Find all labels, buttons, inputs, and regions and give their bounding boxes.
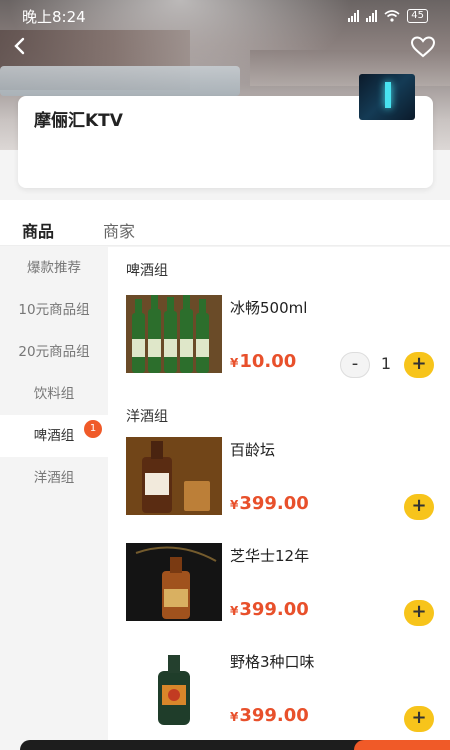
- product-item[interactable]: 芝华士12年 ¥399.00 +: [108, 543, 450, 629]
- category-label: 啤酒组: [33, 428, 75, 444]
- product-name: 野格3种口味: [230, 653, 315, 671]
- product-name: 百龄坛: [230, 441, 276, 459]
- status-icons: 45: [348, 9, 428, 23]
- jagermeister-bottle-image: [126, 649, 222, 727]
- store-name: 摩俪汇KTV: [34, 111, 123, 131]
- currency-symbol: ¥: [230, 356, 239, 370]
- category-item-liquor[interactable]: 洋酒组: [0, 457, 108, 499]
- category-item-hot[interactable]: 爆款推荐: [0, 247, 108, 289]
- group-title-beer: 啤酒组: [126, 263, 168, 279]
- product-name: 芝华士12年: [230, 547, 310, 565]
- store-logo-thumbnail[interactable]: [359, 74, 415, 120]
- category-label: 饮料组: [33, 386, 75, 402]
- status-bar: 晚上8:24 45: [0, 0, 450, 32]
- whisky-bottle-image: [126, 437, 222, 515]
- back-button[interactable]: [10, 36, 32, 58]
- category-item-10yuan[interactable]: 10元商品组: [0, 289, 108, 331]
- add-to-cart-button[interactable]: +: [404, 706, 434, 732]
- tab-merchant[interactable]: 商家: [103, 218, 135, 249]
- category-label: 10元商品组: [18, 302, 90, 318]
- currency-symbol: ¥: [230, 604, 239, 618]
- category-label: 20元商品组: [18, 344, 90, 360]
- product-price: ¥399.00: [230, 599, 309, 620]
- category-sidebar: 爆款推荐 10元商品组 20元商品组 饮料组 啤酒组 1 洋酒组: [0, 247, 108, 750]
- chevron-left-icon: [14, 37, 25, 55]
- group-title-liquor: 洋酒组: [126, 409, 168, 425]
- heart-icon: [410, 36, 436, 58]
- status-time: 晚上8:24: [22, 7, 86, 26]
- category-item-20yuan[interactable]: 20元商品组: [0, 331, 108, 373]
- price-value: 399.00: [239, 493, 309, 514]
- beer-bottles-image: [126, 295, 222, 373]
- battery-icon: 45: [407, 9, 428, 23]
- quantity-value: 1: [380, 354, 392, 373]
- tab-products[interactable]: 商品: [22, 218, 55, 250]
- signal-icon: [348, 10, 360, 22]
- product-price: ¥399.00: [230, 705, 309, 726]
- currency-symbol: ¥: [230, 710, 239, 724]
- price-value: 10.00: [239, 351, 297, 372]
- chivas-bottle-image: [126, 543, 222, 621]
- signal-icon-2: [366, 10, 378, 22]
- add-to-cart-button[interactable]: +: [404, 494, 434, 520]
- category-label: 爆款推荐: [27, 260, 81, 276]
- product-price: ¥10.00: [230, 351, 296, 372]
- favorite-button[interactable]: [410, 36, 436, 58]
- store-info-card: 摩俪汇KTV: [18, 74, 433, 188]
- price-value: 399.00: [239, 599, 309, 620]
- add-to-cart-button[interactable]: +: [404, 600, 434, 626]
- banner-sofa: [0, 66, 240, 96]
- category-item-drinks[interactable]: 饮料组: [0, 373, 108, 415]
- product-list: 啤酒组 冰畅500ml ¥10.00 - 1 + 洋酒组 百龄坛 ¥399.00…: [108, 247, 450, 750]
- category-label: 洋酒组: [33, 470, 75, 486]
- price-value: 399.00: [239, 705, 309, 726]
- category-count-badge: 1: [84, 420, 102, 438]
- product-name: 冰畅500ml: [230, 299, 308, 317]
- tab-bar: 商品 商家: [0, 200, 450, 250]
- category-item-beer[interactable]: 啤酒组 1: [0, 415, 108, 457]
- product-item[interactable]: 冰畅500ml ¥10.00 - 1 +: [108, 295, 450, 381]
- checkout-button[interactable]: [354, 740, 450, 750]
- add-to-cart-button[interactable]: +: [404, 352, 434, 378]
- decrease-quantity-button[interactable]: -: [340, 352, 370, 378]
- product-price: ¥399.00: [230, 493, 309, 514]
- cart-bar[interactable]: [20, 740, 450, 750]
- wifi-icon: [384, 10, 400, 22]
- product-item[interactable]: 野格3种口味 ¥399.00 +: [108, 649, 450, 735]
- product-item[interactable]: 百龄坛 ¥399.00 +: [108, 437, 450, 523]
- currency-symbol: ¥: [230, 498, 239, 512]
